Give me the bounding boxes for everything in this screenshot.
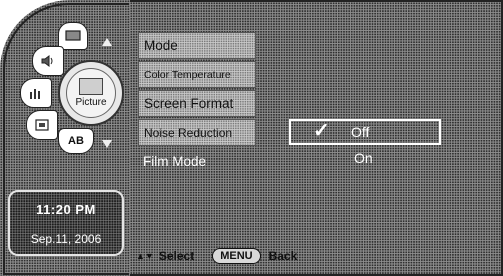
option-on[interactable]: On — [354, 150, 373, 166]
clock-date: Sep.11, 2006 — [30, 232, 102, 246]
clock-display: 11:20 PM Sep.11, 2006 — [8, 190, 124, 256]
speaker-icon — [41, 55, 53, 67]
picture-center-button[interactable]: Picture — [58, 60, 124, 126]
settings-category-button[interactable] — [26, 110, 58, 140]
menu-item-color-temperature[interactable]: Color Temperature — [138, 61, 256, 88]
back-hint: Back — [268, 249, 298, 263]
menu-key-button[interactable]: MENU — [212, 248, 261, 264]
navigation-dial-panel: AB Picture 11:20 PM Sep.11, 2006 — [0, 0, 130, 276]
menu-item-mode[interactable]: Mode — [138, 32, 256, 59]
menu-item-film-mode[interactable]: Film Mode — [138, 148, 256, 175]
picture-icon — [79, 78, 103, 95]
footer-help-bar: ▲▼ Select MENU Back — [136, 241, 500, 271]
audio-category-button[interactable] — [32, 46, 64, 76]
nav-arrows-icon: ▲▼ — [136, 251, 154, 261]
equalizer-icon — [30, 89, 40, 99]
menu-item-screen-format[interactable]: Screen Format — [138, 90, 256, 117]
picture-label: Picture — [75, 97, 107, 108]
picture-center-face: Picture — [66, 68, 116, 118]
menu-item-noise-reduction[interactable]: Noise Reduction — [138, 119, 256, 146]
up-arrow-icon[interactable] — [102, 38, 112, 46]
menu-item-label: Mode — [144, 38, 178, 53]
ab-category-button[interactable]: AB — [58, 128, 94, 154]
menu-item-label: Color Temperature — [144, 68, 231, 81]
option-off[interactable]: Off — [351, 124, 369, 140]
equalizer-category-button[interactable] — [20, 78, 52, 108]
tv-icon — [65, 30, 81, 41]
select-hint: Select — [158, 249, 195, 263]
menu-item-label: Screen Format — [144, 96, 234, 111]
settings-icon — [35, 119, 49, 131]
tv-category-button[interactable] — [58, 22, 88, 50]
check-mark-icon: ✓ — [313, 120, 330, 142]
ab-label: AB — [68, 135, 84, 147]
menu-item-label: Film Mode — [143, 154, 207, 169]
down-arrow-icon[interactable] — [102, 140, 112, 148]
menu-list: Mode Color Temperature Screen Format Noi… — [138, 32, 256, 177]
clock-time: 11:20 PM — [36, 202, 96, 217]
menu-item-label: Noise Reduction — [144, 125, 233, 140]
